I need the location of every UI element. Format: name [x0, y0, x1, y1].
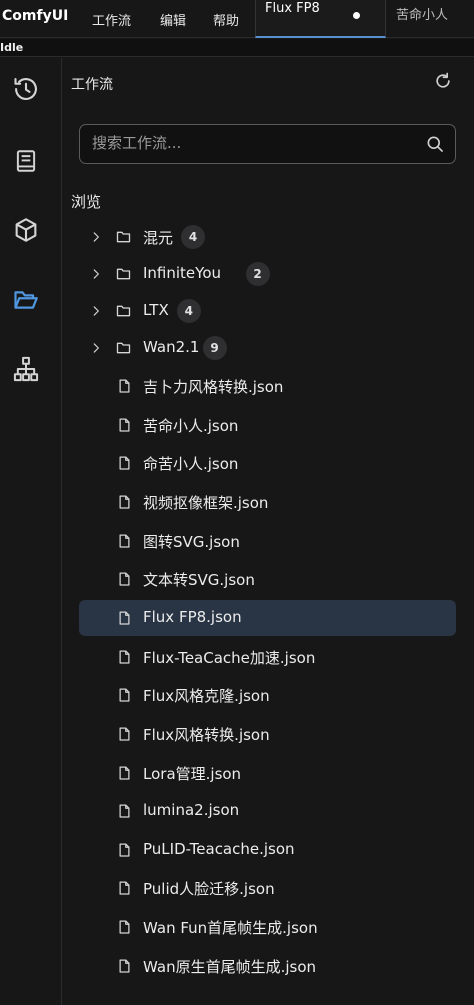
- file-icon: [119, 920, 130, 934]
- count-badge: 4: [176, 299, 201, 323]
- workflow-file-row[interactable]: Wan Fun首尾帧生成.json: [79, 909, 456, 945]
- workflow-file-row[interactable]: 文本转SVG.json: [79, 561, 456, 597]
- model-library-button[interactable]: [9, 144, 43, 178]
- history-icon: [14, 78, 37, 100]
- folder-icon: [116, 342, 131, 354]
- sitemap-icon: [13, 356, 39, 382]
- history-button[interactable]: [9, 72, 43, 106]
- workflow-file-row[interactable]: Flux FP8.json: [79, 600, 456, 636]
- workflows-button[interactable]: [9, 283, 43, 317]
- count-badge: 2: [245, 262, 270, 286]
- unsaved-dot-icon: [353, 12, 360, 19]
- search-input[interactable]: [92, 134, 412, 152]
- file-icon: [119, 650, 130, 664]
- cube-icon: [15, 218, 37, 242]
- file-name: 图转SVG.json: [143, 533, 240, 551]
- refresh-icon[interactable]: [433, 71, 453, 91]
- workflow-file-row[interactable]: lumina2.json: [79, 793, 456, 829]
- workflow-file-row[interactable]: 苦命小人.json: [79, 407, 456, 443]
- workflow-file-row[interactable]: Flux风格克隆.json: [79, 677, 456, 713]
- file-name: Wan原生首尾帧生成.json: [143, 958, 317, 976]
- chevron-right-icon: [93, 269, 99, 279]
- search-box: [79, 124, 456, 164]
- workflow-file-row[interactable]: 命苦小人.json: [79, 445, 456, 481]
- file-icon: [119, 804, 130, 818]
- count-badge: 9: [202, 336, 227, 360]
- tab-label: Flux FP8: [265, 1, 320, 16]
- file-name: Flux风格克隆.json: [143, 687, 270, 705]
- file-name: PuLID-Teacache.json: [143, 840, 295, 858]
- file-icon: [119, 688, 130, 702]
- file-icon: [119, 881, 130, 895]
- top-menu-bar: ComfyUI 工作流 编辑 帮助 Flux FP8 苦命小人: [0, 0, 474, 38]
- sidebar-rail: [0, 58, 62, 1005]
- file-name: 命苦小人.json: [143, 455, 239, 473]
- folder-row[interactable]: InfiniteYou 2: [79, 256, 456, 292]
- chevron-right-icon: [93, 306, 99, 316]
- file-name: Lora管理.json: [143, 765, 242, 783]
- app-logo[interactable]: ComfyUI: [2, 8, 68, 24]
- file-icon: [119, 572, 130, 586]
- folder-name: InfiniteYou: [143, 264, 222, 282]
- status-strip: Idle: [0, 39, 474, 57]
- chevron-right-icon: [93, 343, 99, 353]
- workflows-panel: 工作流 浏览 混元 4 InfiniteYou 2 LTX 4 Wan2.19 吉卜力风格转换…: [63, 58, 474, 1005]
- folder-row[interactable]: LTX 4: [79, 293, 456, 329]
- count-badge: 4: [181, 225, 205, 249]
- menu-edit[interactable]: 编辑: [160, 10, 186, 29]
- workflow-file-row[interactable]: PuLID-Teacache.json: [79, 832, 456, 868]
- file-name: Flux FP8.json: [143, 608, 242, 626]
- workflow-file-row[interactable]: 图转SVG.json: [79, 523, 456, 559]
- book-icon: [16, 150, 36, 172]
- file-name: Flux风格转换.json: [143, 726, 270, 744]
- file-name: Pulid人脸迁移.json: [143, 880, 275, 898]
- queue-status: Idle: [0, 41, 24, 54]
- browse-heading: 浏览: [71, 193, 102, 211]
- file-icon: [119, 495, 130, 509]
- menu-workflow[interactable]: 工作流: [92, 10, 131, 29]
- file-name: Flux-TeaCache加速.json: [143, 649, 316, 667]
- workflow-file-row[interactable]: Flux风格转换.json: [79, 716, 456, 752]
- file-name: 苦命小人.json: [143, 417, 239, 435]
- file-icon: [119, 379, 130, 393]
- workflow-file-row[interactable]: 视频抠像框架.json: [79, 484, 456, 520]
- file-name: Wan Fun首尾帧生成.json: [143, 919, 318, 937]
- workflow-file-row[interactable]: Lora管理.json: [79, 755, 456, 791]
- file-icon: [119, 766, 130, 780]
- file-icon: [119, 611, 130, 625]
- file-name: lumina2.json: [143, 801, 240, 819]
- workflow-file-row[interactable]: Wan原生首尾帧生成.json: [79, 948, 456, 984]
- folder-name: 混元: [143, 229, 174, 247]
- file-icon: [119, 534, 130, 548]
- file-icon: [119, 959, 130, 973]
- folder-icon: [116, 305, 131, 317]
- workflow-file-row[interactable]: Pulid人脸迁移.json: [79, 870, 456, 906]
- chevron-right-icon: [93, 232, 99, 242]
- file-icon: [119, 843, 130, 857]
- panel-title: 工作流: [71, 77, 113, 93]
- file-icon: [119, 456, 130, 470]
- file-icon: [119, 418, 130, 432]
- workflow-file-row[interactable]: 吉卜力风格转换.json: [79, 368, 456, 404]
- file-name: 视频抠像框架.json: [143, 494, 269, 512]
- tab-flux-fp8[interactable]: Flux FP8: [255, 0, 386, 38]
- folder-icon: [116, 231, 131, 243]
- workflow-file-row[interactable]: Flux-TeaCache加速.json: [79, 639, 456, 675]
- templates-button[interactable]: [9, 352, 43, 386]
- file-icon: [119, 727, 130, 741]
- file-name: 文本转SVG.json: [143, 571, 255, 589]
- folder-open-icon: [14, 291, 38, 309]
- tab-kuming-xiaoren[interactable]: 苦命小人: [387, 0, 474, 38]
- folder-name: Wan2.1: [143, 338, 200, 356]
- search-icon[interactable]: [425, 134, 445, 154]
- node-library-button[interactable]: [9, 213, 43, 247]
- file-name: 吉卜力风格转换.json: [143, 378, 284, 396]
- menu-help[interactable]: 帮助: [213, 10, 239, 29]
- tab-label: 苦命小人: [396, 8, 449, 23]
- folder-icon: [116, 268, 131, 280]
- folder-row[interactable]: 混元 4: [79, 219, 456, 255]
- folder-name: LTX: [143, 301, 169, 319]
- folder-row[interactable]: Wan2.1 9: [79, 330, 456, 366]
